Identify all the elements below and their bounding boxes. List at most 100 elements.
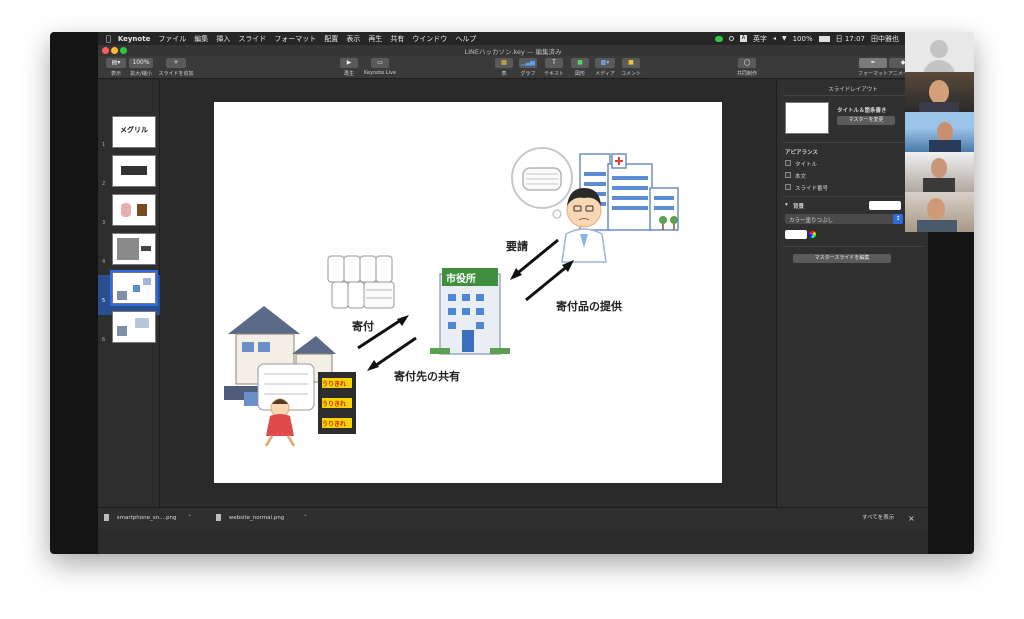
layout-thumbnail[interactable] (785, 102, 829, 134)
slide-illustration (224, 147, 679, 447)
view-label: 表示 (110, 71, 121, 77)
sold-out-sign: うりきれ (322, 421, 347, 428)
text-label: テキスト (544, 71, 564, 77)
slide-thumb-3[interactable] (112, 194, 156, 226)
volume-icon[interactable]: ◂ (773, 35, 776, 42)
menu-app-name[interactable]: Keynote (118, 35, 151, 43)
input-a-icon[interactable]: A (739, 35, 747, 42)
slide-number: 4 (102, 259, 106, 265)
avatar-icon-body (923, 60, 955, 72)
keynote-live-icon: ▭ (371, 58, 389, 68)
show-all-button[interactable]: すべてを表示 (862, 512, 894, 525)
sold-out-sign: うりきれ (322, 401, 347, 408)
background-color-well[interactable] (869, 201, 901, 210)
download-filename-1: smartphone_sn....png (116, 515, 177, 521)
disclosure-triangle-icon[interactable]: ▾ (785, 202, 788, 208)
edit-master-slide-button[interactable]: マスタースライドを編集 (793, 254, 891, 263)
thumb-graphic (137, 204, 147, 216)
chart-button[interactable]: ▁▃▅ グラフ (517, 58, 539, 77)
table-button[interactable]: ▦ 表 (493, 58, 515, 77)
participant-body (929, 140, 961, 152)
menu-view[interactable]: 表示 (346, 34, 360, 44)
fill-color-well[interactable] (785, 230, 807, 239)
thumb-graphic (117, 326, 127, 336)
zoom-label: 拡大/縮小 (130, 71, 152, 77)
download-item-1[interactable]: smartphone_sn....png ˄ (104, 512, 212, 525)
menu-format[interactable]: フォーマット (274, 34, 316, 44)
chart-icon: ▁▃▅ (519, 58, 537, 68)
keynote-live-button[interactable]: ▭ Keynote Live (362, 58, 398, 76)
desktop:  Keynote ファイル 編集 挿入 スライド フォーマット 配置 表示 再… (0, 0, 1024, 619)
slide[interactable]: 市役所 要請 寄付品の提供 寄付 寄付先の共有 うりきれ うりきれ うりきれ (214, 102, 722, 483)
battery-percent[interactable]: 100% (793, 35, 813, 43)
format-label: フォーマット (858, 71, 889, 77)
comment-button[interactable]: ■ コメント (619, 58, 643, 77)
chevron-up-icon[interactable]: ˄ (304, 515, 307, 521)
label-donate: 寄付 (352, 320, 374, 333)
slide-navigator: 1 メグリル 2 3 4 5 6 (98, 80, 160, 520)
zoom-control[interactable]: 100% 拡大/縮小 (128, 58, 154, 77)
slide-thumb-4[interactable] (112, 233, 156, 265)
divider (783, 246, 923, 247)
label-request: 要請 (506, 240, 528, 253)
menu-edit[interactable]: 編集 (194, 34, 208, 44)
participant-tile-2[interactable] (905, 112, 974, 152)
download-item-2[interactable]: website_normal.png ˄ (216, 512, 324, 525)
color-wheel-icon[interactable] (809, 231, 816, 238)
slide-number-checkbox[interactable] (785, 184, 791, 190)
slide-canvas: 市役所 要請 寄付品の提供 寄付 寄付先の共有 うりきれ うりきれ うりきれ (161, 80, 775, 520)
body-checkbox-label: 本文 (795, 174, 807, 180)
battery-icon[interactable] (818, 35, 830, 42)
shape-button[interactable]: ■ 図形 (569, 58, 591, 77)
slide-thumb-6[interactable] (112, 311, 156, 343)
menu-insert[interactable]: 挿入 (216, 34, 230, 44)
participant-tile-1[interactable] (905, 72, 974, 112)
slide-number: 6 (102, 337, 106, 343)
format-button[interactable]: ✒ フォーマット (858, 58, 888, 77)
media-button[interactable]: ▩▾ メディア (593, 58, 617, 77)
collaborate-button[interactable]: ◯ 共同制作 (733, 58, 761, 77)
participant-body (919, 102, 959, 112)
menu-help[interactable]: ヘルプ (455, 34, 476, 44)
participant-tile-avatar[interactable] (905, 32, 974, 72)
slide-thumb-1[interactable]: メグリル (112, 116, 156, 148)
comment-label: コメント (620, 71, 641, 77)
body-checkbox[interactable] (785, 172, 791, 178)
menu-arrange[interactable]: 配置 (324, 34, 338, 44)
user-name[interactable]: 田中雅也 (871, 34, 899, 44)
menu-share[interactable]: 共有 (390, 34, 404, 44)
input-mode[interactable]: 英字 (753, 34, 767, 44)
shape-label: 図形 (574, 71, 585, 77)
close-icon[interactable]: × (908, 512, 915, 525)
view-control[interactable]: ▤▾ 表示 (104, 58, 128, 77)
change-master-button[interactable]: マスターを変更 (837, 116, 895, 125)
menu-file[interactable]: ファイル (158, 34, 186, 44)
slide-thumb-2[interactable] (112, 155, 156, 187)
add-slide-button[interactable]: + スライドを追加 (156, 58, 196, 77)
divider (783, 142, 923, 143)
menubar:  Keynote ファイル 編集 挿入 スライド フォーマット 配置 表示 再… (98, 32, 928, 45)
chevron-updown-icon: ↕ (893, 214, 903, 224)
apple-icon[interactable]:  (106, 34, 111, 43)
participant-face (937, 122, 953, 142)
status-area: A 英字 ◂ ▼ 100% 日 17:07 田中雅也 (709, 34, 928, 44)
line-icon[interactable] (714, 35, 723, 42)
menu-slide[interactable]: スライド (238, 34, 266, 44)
participant-tile-4[interactable] (905, 192, 974, 232)
clock[interactable]: 日 17:07 (836, 34, 865, 44)
video-call-strip (905, 32, 974, 235)
participant-tile-3[interactable] (905, 152, 974, 192)
play-icon: ▶ (340, 58, 358, 68)
menu-window[interactable]: ウインドウ (412, 34, 447, 44)
slide-thumb-5[interactable] (110, 270, 158, 306)
slide-number: 2 (102, 181, 106, 187)
play-button[interactable]: ▶ 再生 (338, 58, 360, 77)
title-checkbox[interactable] (785, 160, 791, 166)
menu-play[interactable]: 再生 (368, 34, 382, 44)
text-button[interactable]: T テキスト (541, 58, 567, 77)
wifi-icon[interactable]: ▼ (782, 35, 787, 42)
chevron-up-icon[interactable]: ˄ (188, 515, 191, 521)
layout-name: タイトル＆箇条書き (837, 108, 887, 114)
fill-type-select[interactable]: カラー塗りつぶし ↕ (785, 214, 903, 224)
headphones-icon[interactable] (728, 36, 734, 41)
